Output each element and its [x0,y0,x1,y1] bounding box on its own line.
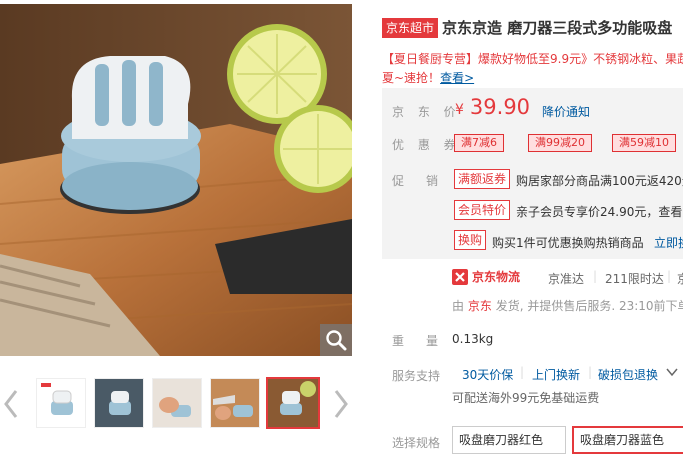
thumb-next-button[interactable] [330,386,352,422]
promo-rebate-text: 购居家部分商品满100元返420元 [516,174,683,188]
price-number: 39.90 [469,95,531,119]
promo-member-text: 亲子会员专享价24.90元，查看更 [516,205,683,219]
shipping-prefix: 由 [452,299,465,313]
separator: | [588,365,593,379]
shipping-seller: 京东 [467,299,492,313]
price-value: ¥39.90 [455,95,530,119]
separator: | [520,365,525,379]
logistics-brand-name: 京东物流 [472,270,521,284]
overseas-shipping: 可配送海外99元免基础运费 [452,391,600,405]
promotion-label: 促 销 [392,174,444,188]
coupon-label: 优 惠 券 [392,138,461,152]
thumbnail-image [211,379,259,427]
service-item-3[interactable]: 破损包退换 [598,366,658,383]
shipping-info: 由 京东 发货, 并提供售后服务. 23:10前下单 [452,297,683,314]
thumbnail-image [268,379,318,427]
shipping-detail: 发货, 并提供售后服务. 23:10前下单 [495,299,683,313]
promo-tag-rebate: 满额返券 [454,169,511,189]
magnifier-icon [326,330,347,351]
service-item-2[interactable]: 上门换新 [532,366,580,383]
logistics-item-2[interactable]: 211限时达 [605,270,664,287]
chevron-right-icon [334,390,348,418]
logistics-item-1[interactable]: 京准达 [548,270,584,287]
thumbnail-2[interactable] [94,378,144,428]
weight-label: 重 量 [392,334,444,348]
thumb-prev-button[interactable] [0,386,22,422]
chevron-down-icon [666,368,678,377]
chevron-left-icon [4,390,18,418]
spec-option-blue[interactable]: 吸盘磨刀器蓝色 [572,426,683,454]
jd-supermarket-badge: 京东超市 [382,18,439,38]
promo-banner: 【夏日餐厨专营】爆款好物低至9.9元》不锈钢冰粒、果蔬 夏~速抢！查看> [382,50,683,90]
product-photo [0,4,352,356]
jd-logistics-icon [452,268,468,285]
coupon-1[interactable]: 满7减6 [454,134,504,152]
zoom-button[interactable] [320,324,352,356]
promo-view-link[interactable]: 查看> [440,71,474,85]
service-label: 服务支持 [392,369,441,383]
exchange-now-link[interactable]: 立即换 [654,234,683,251]
logistics-item-3[interactable]: 京 [677,270,683,287]
promo-exchange-text: 购买1件可优惠换购热销商品 [492,236,644,250]
product-title-text: 京东京造 磨刀器三段式多功能吸盘 [442,19,673,37]
service-expand[interactable] [666,366,678,380]
promo-tag-member: 会员特价 [454,200,511,220]
thumbnail-image [95,379,143,427]
separator: | [593,269,598,283]
coupon-2[interactable]: 满99减20 [528,134,592,152]
spec-option-red[interactable]: 吸盘磨刀器红色 [452,426,566,454]
weight-value: 0.13kg [452,332,494,346]
main-product-image[interactable] [0,4,352,356]
thumbnail-image [37,379,85,427]
product-title: 京东超市 京东京造 磨刀器三段式多功能吸盘 [382,16,683,40]
coupon-3[interactable]: 满59减10 [612,134,676,152]
thumbnail-4[interactable] [210,378,260,428]
currency-symbol: ¥ [455,102,464,118]
thumbnail-1[interactable] [36,378,86,428]
separator: | [667,269,672,283]
thumbnail-3[interactable] [152,378,202,428]
price-label: 京 东 价 [392,105,461,119]
promo-text: 【夏日餐厨专营】爆款好物低至9.9元》不锈钢冰粒、果蔬 [382,52,683,66]
logistics-brand: 京东物流 [452,268,520,285]
service-item-1[interactable]: 30天价保 [462,366,513,383]
thumbnail-image [153,379,201,427]
price-notify-link[interactable]: 降价通知 [542,103,590,120]
promo-tag-exchange: 换购 [454,230,487,250]
thumbnail-5-selected[interactable] [266,377,320,429]
promo-text-2: 夏~速抢！ [382,71,441,85]
